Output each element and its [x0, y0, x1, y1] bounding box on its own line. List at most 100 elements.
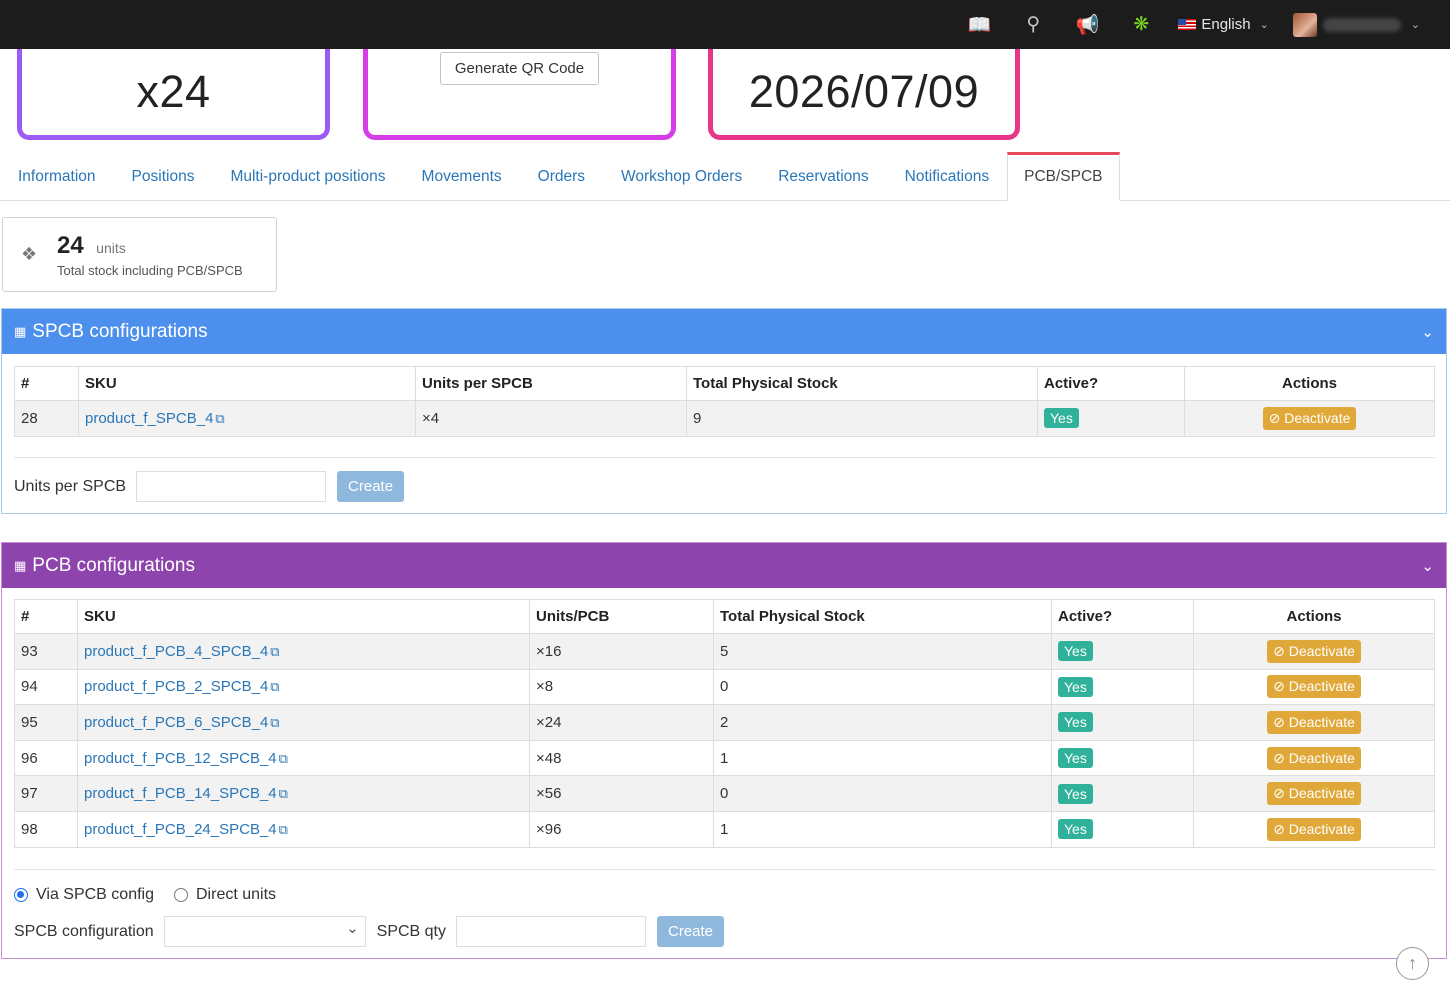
sku-link[interactable]: product_f_PCB_12_SPCB_4 [84, 750, 277, 767]
deactivate-button[interactable]: ⊘ Deactivate [1267, 746, 1361, 770]
row-id: 93 [14, 633, 78, 670]
row-sku: product_f_PCB_12_SPCB_4 ⧉ [77, 739, 530, 777]
row-sku: product_f_PCB_6_SPCB_4 ⧉ [77, 704, 530, 741]
row-active: Yes [1051, 668, 1194, 706]
chevron-down-icon[interactable]: ⌄ [1421, 323, 1434, 341]
pcb-panel-header[interactable]: ▦ PCB configurations ⌄ [2, 543, 1446, 588]
sku-link[interactable]: product_f_PCB_2_SPCB_4 [84, 678, 268, 695]
spcb-create-form: Units per SPCB Create [14, 471, 405, 502]
chevron-down-icon: ⌄ [1410, 19, 1420, 31]
row-actions: ⊘ Deactivate [1184, 400, 1435, 437]
language-selector[interactable]: English ⌄ [1168, 0, 1280, 49]
tab-movements[interactable]: Movements [404, 151, 520, 200]
scroll-to-top-button[interactable]: ↑ [1396, 947, 1429, 980]
ban-icon: ⊘ [1273, 785, 1289, 802]
tab-notifications[interactable]: Notifications [887, 151, 1007, 200]
stock-unit: units [96, 239, 126, 256]
ban-icon: ⊘ [1273, 820, 1289, 837]
spcb-qty-input[interactable] [456, 916, 646, 947]
via-spcb-radio[interactable] [14, 888, 28, 902]
external-link-icon[interactable]: ⧉ [215, 411, 224, 426]
spcb-panel-header[interactable]: ▦ SPCB configurations ⌄ [2, 309, 1446, 354]
external-link-icon[interactable]: ⧉ [270, 644, 279, 659]
row-active: Yes [1051, 775, 1194, 812]
grid-icon: ▦ [14, 557, 27, 573]
via-spcb-label[interactable]: Via SPCB config [36, 886, 154, 904]
generate-qr-button[interactable]: Generate QR Code [439, 52, 600, 85]
sku-link[interactable]: product_f_PCB_6_SPCB_4 [84, 714, 268, 731]
table-row: 93 product_f_PCB_4_SPCB_4 ⧉ ×16 5 Yes ⊘ Deacti… [14, 633, 1435, 670]
chevron-down-icon[interactable]: ⌄ [1421, 557, 1434, 575]
deactivate-button[interactable]: ⊘ Deactivate [1267, 710, 1361, 734]
row-actions: ⊘ Deactivate [1193, 633, 1435, 670]
spcb-panel: ▦ SPCB configurations ⌄ # SKU Units per … [1, 308, 1447, 514]
active-badge: Yes [1058, 819, 1093, 840]
tab-multi-product-positions[interactable]: Multi-product positions [212, 151, 403, 200]
col-active: Active? [1037, 366, 1185, 401]
active-badge: Yes [1058, 641, 1093, 662]
tab-workshop-orders[interactable]: Workshop Orders [603, 151, 760, 200]
row-actions: ⊘ Deactivate [1193, 775, 1435, 812]
stock-value: 24 [57, 231, 84, 259]
user-menu[interactable]: ⌄ [1281, 12, 1420, 37]
spcb-configuration-select[interactable] [163, 916, 366, 947]
deactivate-button[interactable]: ⊘ Deactivate [1267, 675, 1361, 699]
row-id: 97 [14, 775, 78, 812]
external-link-icon[interactable]: ⧉ [279, 786, 288, 801]
col-sku: SKU [77, 599, 530, 634]
row-units: ×4 [415, 400, 687, 437]
ban-icon: ⊘ [1268, 409, 1285, 426]
tab-positions[interactable]: Positions [114, 151, 213, 200]
deactivate-label: Deactivate [1288, 642, 1355, 659]
row-units: ×56 [529, 775, 714, 812]
external-link-icon[interactable]: ⧉ [279, 822, 288, 837]
sku-link[interactable]: product_f_PCB_24_SPCB_4 [84, 821, 277, 838]
row-sku: product_f_SPCB_4 ⧉ [78, 400, 416, 437]
deactivate-button[interactable]: ⊘ Deactivate [1267, 817, 1361, 841]
tab-orders[interactable]: Orders [520, 151, 603, 200]
table-header-row: # SKU Units per SPCB Total Physical Stoc… [14, 366, 1435, 401]
sku-link[interactable]: product_f_PCB_4_SPCB_4 [84, 643, 268, 660]
col-id: # [14, 366, 79, 401]
tab-reservations[interactable]: Reservations [760, 151, 886, 200]
row-active: Yes [1051, 810, 1194, 848]
sku-link[interactable]: product_f_SPCB_4 [85, 410, 213, 427]
bug-icon[interactable]: ❋ [1114, 0, 1168, 49]
row-actions: ⊘ Deactivate [1193, 704, 1435, 741]
spcb-configuration-label: SPCB configuration [14, 922, 154, 940]
row-actions: ⊘ Deactivate [1193, 810, 1435, 848]
row-stock: 0 [713, 668, 1052, 706]
units-per-spcb-input[interactable] [136, 471, 327, 502]
ban-icon: ⊘ [1273, 678, 1289, 695]
total-stock-box: ❖ 24 units Total stock including PCB/SPC… [2, 217, 277, 292]
units-per-spcb-label: Units per SPCB [14, 477, 127, 495]
qr-card: Generate QR Code [363, 34, 676, 140]
direct-units-label[interactable]: Direct units [196, 886, 276, 904]
direct-units-radio[interactable] [174, 888, 188, 902]
sku-link[interactable]: product_f_PCB_14_SPCB_4 [84, 785, 277, 802]
row-units: ×24 [529, 704, 714, 741]
us-flag-icon [1178, 19, 1197, 30]
col-actions: Actions [1184, 366, 1435, 401]
col-stock: Total Physical Stock [686, 366, 1038, 401]
pcb-create-button[interactable]: Create [657, 916, 725, 947]
external-link-icon[interactable]: ⧉ [279, 751, 288, 766]
deactivate-button[interactable]: ⊘ Deactivate [1262, 406, 1357, 430]
active-badge: Yes [1058, 748, 1093, 769]
tab-pcb-spcb[interactable]: PCB/SPCB [1007, 152, 1120, 201]
active-badge: Yes [1058, 783, 1093, 804]
deactivate-label: Deactivate [1288, 785, 1355, 802]
chevron-down-icon: ⌄ [1259, 19, 1269, 31]
external-link-icon[interactable]: ⧉ [270, 679, 279, 694]
row-active: Yes [1037, 400, 1185, 437]
col-sku: SKU [78, 366, 416, 401]
megaphone-icon[interactable]: 📢 [1060, 0, 1114, 49]
spcb-create-button[interactable]: Create [337, 471, 405, 502]
deactivate-button[interactable]: ⊘ Deactivate [1267, 782, 1361, 806]
deactivate-button[interactable]: ⊘ Deactivate [1267, 639, 1361, 663]
external-link-icon[interactable]: ⧉ [270, 715, 279, 730]
spcb-panel-title: SPCB configurations [32, 320, 208, 342]
tab-information[interactable]: Information [0, 151, 114, 200]
spcb-table: # SKU Units per SPCB Total Physical Stoc… [14, 366, 1435, 437]
table-row: 94 product_f_PCB_2_SPCB_4 ⧉ ×8 0 Yes ⊘ Deactiv… [14, 668, 1435, 706]
